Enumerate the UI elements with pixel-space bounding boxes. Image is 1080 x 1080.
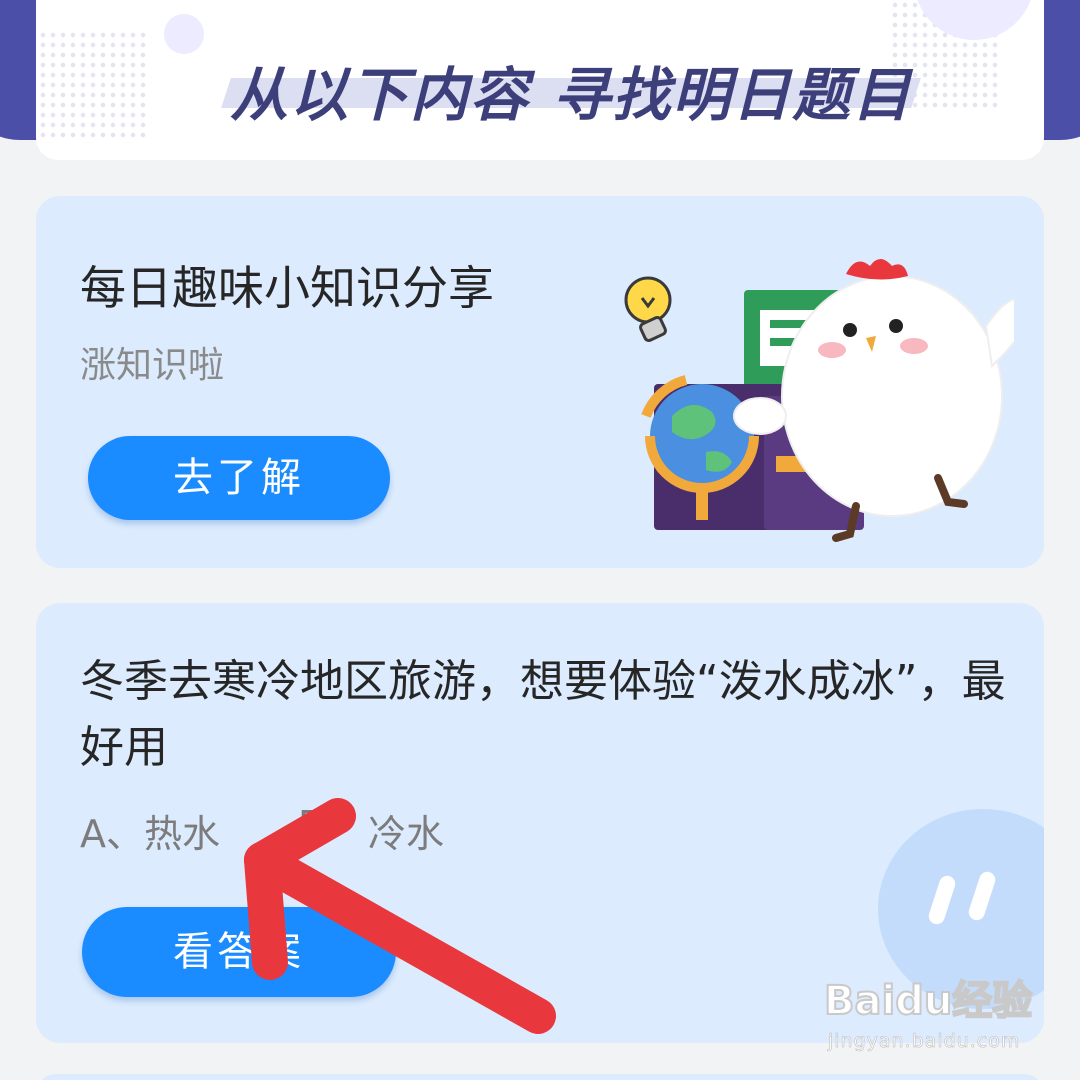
watermark-url: jingyan.baidu.com (828, 1030, 1021, 1053)
page-title: 从以下内容 寻找明日题目 (230, 61, 913, 129)
knowledge-card-subtitle: 涨知识啦 (80, 345, 225, 386)
learn-more-button[interactable]: 去了解 (88, 436, 390, 520)
next-card-edge (36, 1074, 1044, 1080)
option-a[interactable]: A、热水 (80, 803, 220, 858)
watermark-brand: Baidu经验 (823, 977, 1033, 1025)
header-title-group: 从以下内容 寻找明日题目 (186, 48, 926, 129)
knowledge-card-title: 每日趣味小知识分享 (80, 261, 494, 315)
baidu-jingyan-watermark: Baidu经验 jingyan.baidu.com (823, 968, 1054, 1068)
option-b-prefix: B (298, 803, 325, 847)
view-answer-button[interactable]: 看答案 (82, 907, 396, 997)
page: 从以下内容 寻找明日题目 每日趣味小知识分享 涨知识啦 去了解 冬季去寒冷地区旅… (0, 0, 1080, 1080)
header-card: 从以下内容 寻找明日题目 (36, 0, 1044, 160)
dot-pattern-decoration (38, 30, 148, 140)
option-b[interactable]: 冷水 (368, 803, 444, 858)
chick-with-books-and-globe-illustration (624, 259, 1014, 542)
knowledge-card[interactable]: 每日趣味小知识分享 涨知识啦 去了解 (36, 196, 1044, 568)
question-text: 冬季去寒冷地区旅游，想要体验“泼水成冰”，最好用 (80, 656, 1006, 773)
